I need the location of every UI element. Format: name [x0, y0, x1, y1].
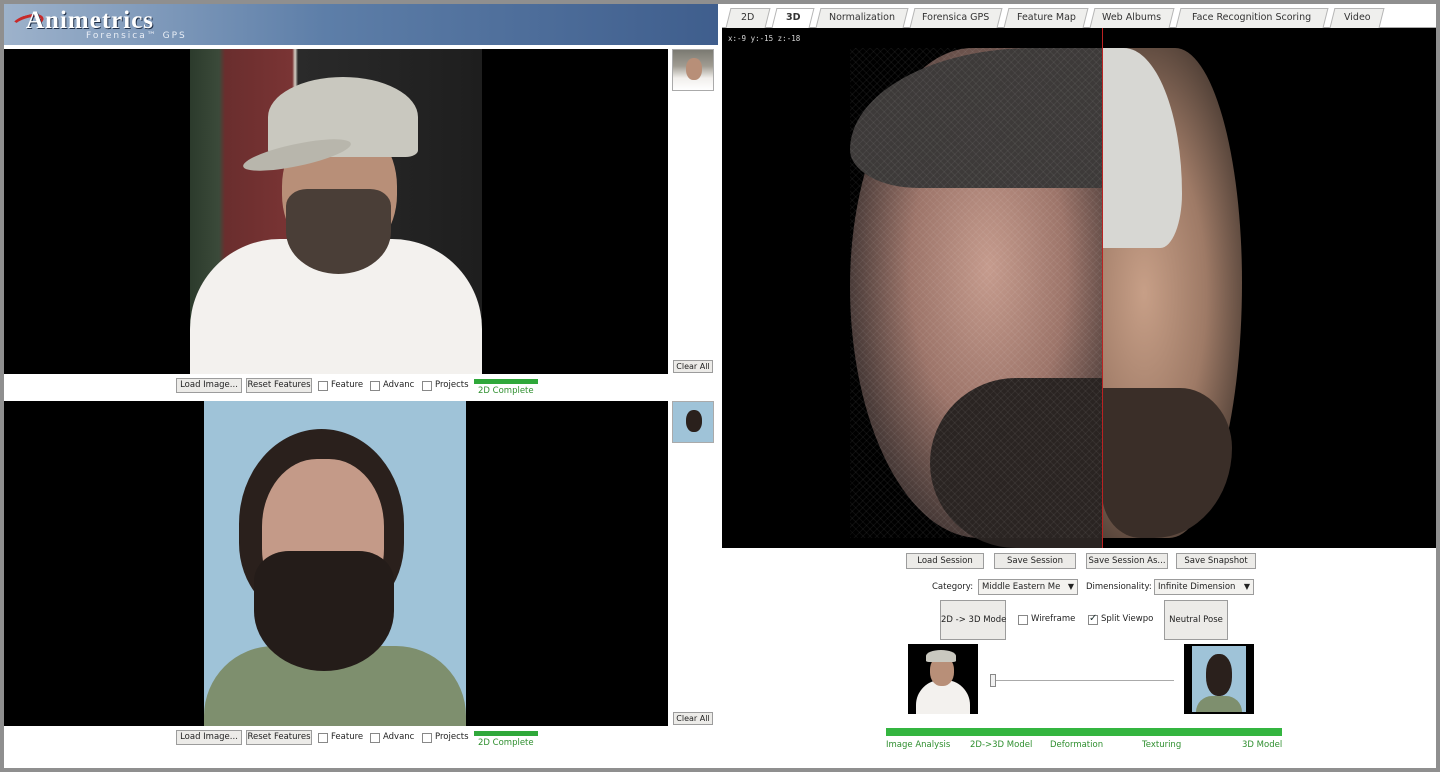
logo-subtitle: Forensica™ GPS [86, 31, 187, 41]
mode-controls: 2D -> 3D Mode Wireframe Split Viewpo Neu… [722, 600, 1436, 642]
clear-all-button[interactable]: Clear All [673, 360, 713, 373]
gallery-thumbnail[interactable] [672, 401, 714, 443]
pipeline-progress-bar [886, 728, 1282, 736]
tab-feature-map[interactable]: Feature Map [1003, 8, 1089, 28]
dimensionality-value: Infinite Dimension [1158, 582, 1236, 592]
wireframe-label: Wireframe [1031, 614, 1076, 624]
reset-features-button[interactable]: Reset Features [246, 730, 312, 745]
progress-label: 2D Complete [478, 738, 534, 748]
pipeline-progress: Image Analysis 2D->3D Model Deformation … [722, 726, 1436, 756]
category-select[interactable]: Middle Eastern Me ▼ [978, 579, 1078, 595]
tab-3d[interactable]: 3D [771, 8, 815, 28]
wireframe-checkbox[interactable] [1018, 615, 1028, 625]
tab-bar: 2D 3D Normalization Forensica GPS Featur… [722, 6, 1436, 28]
tab-web-albums-label: Web Albums [1102, 12, 1162, 23]
gallery-photo [204, 401, 466, 726]
neutral-pose-button[interactable]: Neutral Pose [1164, 600, 1228, 640]
load-image-button[interactable]: Load Image... [176, 730, 242, 745]
tab-face-recognition-scoring-label: Face Recognition Scoring [1192, 12, 1312, 23]
feature-checkbox[interactable] [318, 733, 328, 743]
thumbnail-shirt [1196, 696, 1242, 712]
advanced-label: Advanc [383, 732, 415, 742]
clear-all-button[interactable]: Clear All [673, 712, 713, 725]
3d-viewport[interactable]: x:-9 y:-15 z:-18 [722, 28, 1436, 548]
photo-beard [286, 189, 391, 274]
tab-web-albums[interactable]: Web Albums [1089, 8, 1175, 28]
3d-model-gallery-half [850, 48, 1102, 548]
tab-video[interactable]: Video [1329, 8, 1385, 28]
tab-2d[interactable]: 2D [725, 8, 771, 28]
stage-3d-model: 3D Model [1242, 740, 1283, 750]
projects-checkbox[interactable] [422, 381, 432, 391]
application-window: Animetrics Forensica™ GPS Clear All Load… [4, 4, 1436, 768]
projects-label: Projects [435, 380, 469, 390]
feature-checkbox[interactable] [318, 381, 328, 391]
model-cap [1102, 48, 1182, 248]
image-viewer-gallery[interactable] [4, 401, 668, 726]
progress-bar [474, 379, 538, 384]
stage-image-analysis: Image Analysis [886, 740, 951, 750]
probe-thumbnail[interactable] [672, 49, 714, 91]
reset-features-button[interactable]: Reset Features [246, 378, 312, 393]
advanced-checkbox[interactable] [370, 733, 380, 743]
load-session-button[interactable]: Load Session [906, 553, 984, 569]
stage-2d-to-3d-model: 2D->3D Model [970, 740, 1033, 750]
2d-to-3d-mode-button[interactable]: 2D -> 3D Mode [940, 600, 1006, 640]
tab-face-recognition-scoring[interactable]: Face Recognition Scoring [1175, 8, 1329, 28]
split-view-divider[interactable] [1102, 28, 1103, 548]
morph-slider-track[interactable] [990, 680, 1174, 681]
tab-forensica-gps[interactable]: Forensica GPS [909, 8, 1003, 28]
session-controls: Load Session Save Session Save Session A… [722, 553, 1436, 571]
tab-3d-label: 3D [785, 12, 801, 23]
model-beard [1102, 388, 1232, 538]
morph-slider-handle[interactable] [990, 674, 996, 687]
model-wireframe-mesh [850, 48, 1102, 538]
load-image-button[interactable]: Load Image... [176, 378, 242, 393]
stage-deformation: Deformation [1050, 740, 1104, 750]
save-session-as-button[interactable]: Save Session As... [1086, 553, 1168, 569]
morph-controls [722, 644, 1436, 716]
3d-model-probe-half [1102, 48, 1242, 538]
thumbnail-cap [926, 650, 956, 662]
projects-checkbox[interactable] [422, 733, 432, 743]
save-session-button[interactable]: Save Session [994, 553, 1076, 569]
morph-source-thumbnail [908, 644, 978, 714]
advanced-checkbox[interactable] [370, 381, 380, 391]
tab-normalization[interactable]: Normalization [815, 8, 909, 28]
split-view-checkbox[interactable] [1088, 613, 1098, 625]
morph-target-thumbnail [1184, 644, 1254, 714]
tab-normalization-label: Normalization [828, 12, 896, 23]
chevron-down-icon: ▼ [1243, 582, 1250, 591]
save-snapshot-button[interactable]: Save Snapshot [1176, 553, 1256, 569]
logo-header: Animetrics Forensica™ GPS [4, 4, 718, 45]
image-viewer-probe[interactable] [4, 49, 668, 374]
thumbnail-face [686, 410, 702, 432]
thumbnail-face [686, 58, 702, 80]
chevron-down-icon: ▼ [1067, 582, 1074, 591]
model-selectors: Category: Middle Eastern Me ▼ Dimensiona… [722, 579, 1436, 597]
category-value: Middle Eastern Me [982, 582, 1061, 592]
thumbnail-face [1206, 654, 1232, 696]
tab-forensica-gps-label: Forensica GPS [922, 12, 990, 23]
tab-2d-label: 2D [741, 12, 755, 23]
dimensionality-select[interactable]: Infinite Dimension ▼ [1154, 579, 1254, 595]
progress-bar [474, 731, 538, 736]
photo-beard [254, 551, 394, 671]
stage-texturing: Texturing [1142, 740, 1182, 750]
tab-video-label: Video [1343, 12, 1371, 23]
dimensionality-label: Dimensionality: [1086, 582, 1152, 592]
projects-label: Projects [435, 732, 469, 742]
feature-label: Feature [331, 732, 364, 742]
category-label: Category: [932, 582, 974, 592]
split-view-label: Split Viewpo [1101, 614, 1153, 624]
tab-feature-map-label: Feature Map [1016, 12, 1076, 23]
coordinate-readout: x:-9 y:-15 z:-18 [728, 34, 801, 43]
probe-photo [190, 49, 482, 374]
feature-label: Feature [331, 380, 364, 390]
progress-label: 2D Complete [478, 386, 534, 396]
advanced-label: Advanc [383, 380, 415, 390]
